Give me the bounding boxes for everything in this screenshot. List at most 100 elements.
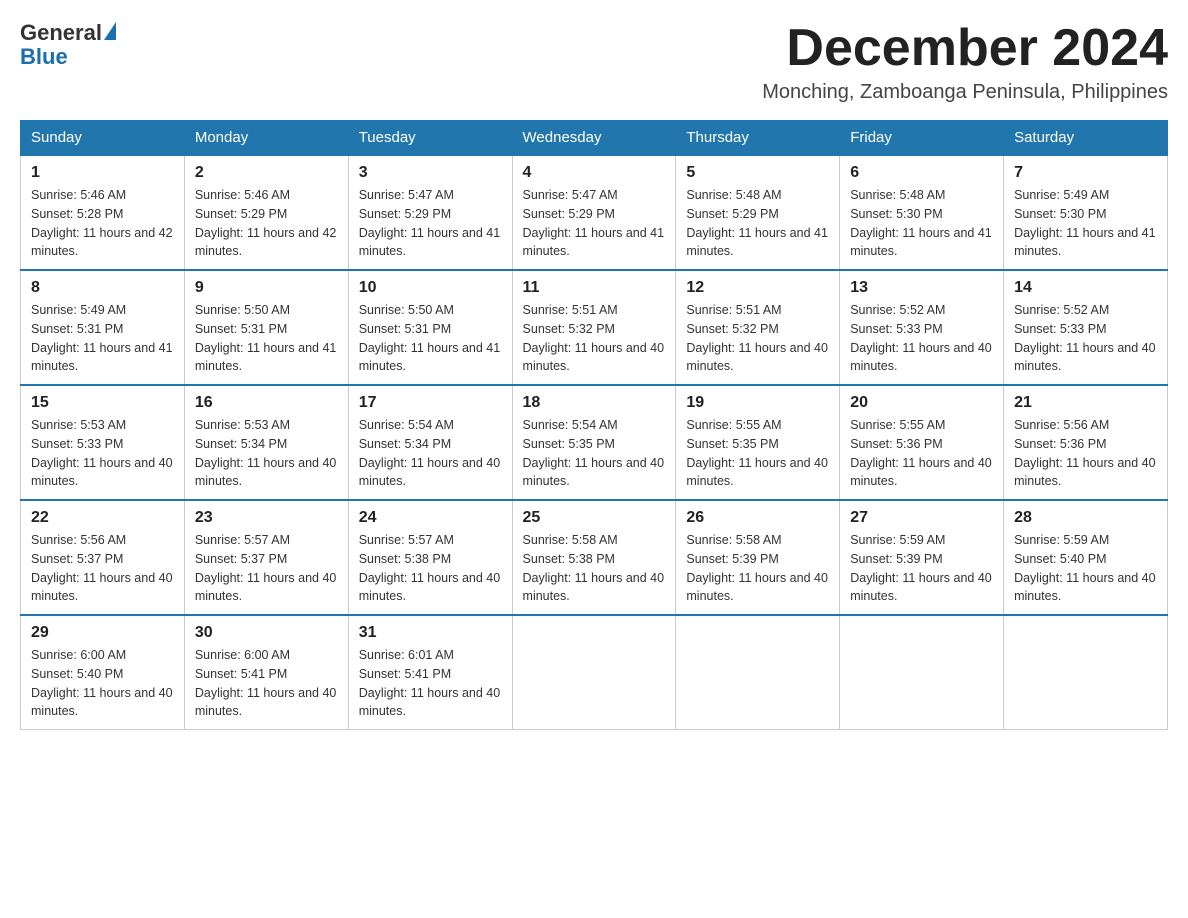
day-number: 17: [359, 394, 502, 412]
calendar-cell: 8 Sunrise: 5:49 AMSunset: 5:31 PMDaylight…: [21, 270, 185, 385]
day-number: 16: [195, 394, 338, 412]
day-number: 1: [31, 164, 174, 182]
day-info: Sunrise: 5:53 AMSunset: 5:33 PMDaylight:…: [31, 416, 174, 491]
calendar-cell: 17 Sunrise: 5:54 AMSunset: 5:34 PMDayligh…: [348, 385, 512, 500]
day-info: Sunrise: 5:46 AMSunset: 5:29 PMDaylight:…: [195, 186, 338, 261]
weekday-header-monday: Monday: [184, 121, 348, 156]
calendar-cell: 3 Sunrise: 5:47 AMSunset: 5:29 PMDaylight…: [348, 155, 512, 270]
day-number: 12: [686, 279, 829, 297]
calendar-cell: 11 Sunrise: 5:51 AMSunset: 5:32 PMDayligh…: [512, 270, 676, 385]
day-number: 9: [195, 279, 338, 297]
calendar-cell: 20 Sunrise: 5:55 AMSunset: 5:36 PMDayligh…: [840, 385, 1004, 500]
calendar-week-row: 1 Sunrise: 5:46 AMSunset: 5:28 PMDaylight…: [21, 155, 1168, 270]
calendar-cell: [512, 615, 676, 730]
calendar-cell: 29Sunrise: 6:00 AMSunset: 5:40 PMDayligh…: [21, 615, 185, 730]
calendar-week-row: 29Sunrise: 6:00 AMSunset: 5:40 PMDayligh…: [21, 615, 1168, 730]
day-number: 26: [686, 509, 829, 527]
calendar-cell: 28Sunrise: 5:59 AMSunset: 5:40 PMDayligh…: [1004, 500, 1168, 615]
calendar-cell: 19 Sunrise: 5:55 AMSunset: 5:35 PMDayligh…: [676, 385, 840, 500]
calendar-cell: 18Sunrise: 5:54 AMSunset: 5:35 PMDayligh…: [512, 385, 676, 500]
day-info: Sunrise: 5:57 AMSunset: 5:38 PMDaylight:…: [359, 531, 502, 606]
day-number: 19: [686, 394, 829, 412]
logo-triangle-icon: [104, 22, 116, 40]
day-info: Sunrise: 6:00 AMSunset: 5:41 PMDaylight:…: [195, 646, 338, 721]
weekday-header-wednesday: Wednesday: [512, 121, 676, 156]
day-number: 5: [686, 164, 829, 182]
day-number: 28: [1014, 509, 1157, 527]
calendar-cell: 12 Sunrise: 5:51 AMSunset: 5:32 PMDayligh…: [676, 270, 840, 385]
day-info: Sunrise: 5:46 AMSunset: 5:28 PMDaylight:…: [31, 186, 174, 261]
day-number: 14: [1014, 279, 1157, 297]
day-info: Sunrise: 5:49 AMSunset: 5:31 PMDaylight:…: [31, 301, 174, 376]
day-number: 20: [850, 394, 993, 412]
calendar-cell: 4 Sunrise: 5:47 AMSunset: 5:29 PMDaylight…: [512, 155, 676, 270]
day-info: Sunrise: 6:01 AMSunset: 5:41 PMDaylight:…: [359, 646, 502, 721]
calendar-week-row: 8 Sunrise: 5:49 AMSunset: 5:31 PMDaylight…: [21, 270, 1168, 385]
day-number: 21: [1014, 394, 1157, 412]
calendar-cell: [1004, 615, 1168, 730]
day-info: Sunrise: 5:47 AMSunset: 5:29 PMDaylight:…: [359, 186, 502, 261]
weekday-header-row: SundayMondayTuesdayWednesdayThursdayFrid…: [21, 121, 1168, 156]
day-number: 6: [850, 164, 993, 182]
calendar-cell: 25Sunrise: 5:58 AMSunset: 5:38 PMDayligh…: [512, 500, 676, 615]
day-info: Sunrise: 5:55 AMSunset: 5:36 PMDaylight:…: [850, 416, 993, 491]
month-title: December 2024: [762, 20, 1168, 77]
calendar-week-row: 15 Sunrise: 5:53 AMSunset: 5:33 PMDayligh…: [21, 385, 1168, 500]
day-number: 2: [195, 164, 338, 182]
day-info: Sunrise: 5:48 AMSunset: 5:29 PMDaylight:…: [686, 186, 829, 261]
calendar-cell: 15 Sunrise: 5:53 AMSunset: 5:33 PMDayligh…: [21, 385, 185, 500]
logo-text-blue: Blue: [20, 44, 68, 70]
location-title: Monching, Zamboanga Peninsula, Philippin…: [762, 81, 1168, 104]
day-info: Sunrise: 5:50 AMSunset: 5:31 PMDaylight:…: [195, 301, 338, 376]
calendar-cell: 16 Sunrise: 5:53 AMSunset: 5:34 PMDayligh…: [184, 385, 348, 500]
calendar-cell: 10 Sunrise: 5:50 AMSunset: 5:31 PMDayligh…: [348, 270, 512, 385]
day-info: Sunrise: 5:49 AMSunset: 5:30 PMDaylight:…: [1014, 186, 1157, 261]
day-number: 30: [195, 624, 338, 642]
day-number: 29: [31, 624, 174, 642]
calendar-cell: 1 Sunrise: 5:46 AMSunset: 5:28 PMDaylight…: [21, 155, 185, 270]
day-info: Sunrise: 5:55 AMSunset: 5:35 PMDaylight:…: [686, 416, 829, 491]
weekday-header-saturday: Saturday: [1004, 121, 1168, 156]
calendar-table: SundayMondayTuesdayWednesdayThursdayFrid…: [20, 120, 1168, 730]
day-info: Sunrise: 5:59 AMSunset: 5:39 PMDaylight:…: [850, 531, 993, 606]
day-info: Sunrise: 5:51 AMSunset: 5:32 PMDaylight:…: [686, 301, 829, 376]
day-info: Sunrise: 5:52 AMSunset: 5:33 PMDaylight:…: [1014, 301, 1157, 376]
day-number: 13: [850, 279, 993, 297]
calendar-cell: [676, 615, 840, 730]
weekday-header-tuesday: Tuesday: [348, 121, 512, 156]
day-number: 11: [523, 279, 666, 297]
calendar-cell: 22Sunrise: 5:56 AMSunset: 5:37 PMDayligh…: [21, 500, 185, 615]
day-number: 23: [195, 509, 338, 527]
day-info: Sunrise: 5:58 AMSunset: 5:38 PMDaylight:…: [523, 531, 666, 606]
day-info: Sunrise: 5:54 AMSunset: 5:35 PMDaylight:…: [523, 416, 666, 491]
day-info: Sunrise: 5:56 AMSunset: 5:36 PMDaylight:…: [1014, 416, 1157, 491]
calendar-cell: 24 Sunrise: 5:57 AMSunset: 5:38 PMDayligh…: [348, 500, 512, 615]
day-number: 24: [359, 509, 502, 527]
day-info: Sunrise: 5:57 AMSunset: 5:37 PMDaylight:…: [195, 531, 338, 606]
day-info: Sunrise: 5:54 AMSunset: 5:34 PMDaylight:…: [359, 416, 502, 491]
calendar-cell: 26Sunrise: 5:58 AMSunset: 5:39 PMDayligh…: [676, 500, 840, 615]
day-number: 15: [31, 394, 174, 412]
day-info: Sunrise: 5:53 AMSunset: 5:34 PMDaylight:…: [195, 416, 338, 491]
day-number: 8: [31, 279, 174, 297]
calendar-cell: 21 Sunrise: 5:56 AMSunset: 5:36 PMDayligh…: [1004, 385, 1168, 500]
day-info: Sunrise: 5:51 AMSunset: 5:32 PMDaylight:…: [523, 301, 666, 376]
page-header: General Blue December 2024 Monching, Zam…: [20, 20, 1168, 104]
calendar-cell: 7Sunrise: 5:49 AMSunset: 5:30 PMDaylight…: [1004, 155, 1168, 270]
calendar-cell: 5 Sunrise: 5:48 AMSunset: 5:29 PMDaylight…: [676, 155, 840, 270]
calendar-cell: 30 Sunrise: 6:00 AMSunset: 5:41 PMDayligh…: [184, 615, 348, 730]
calendar-cell: 6 Sunrise: 5:48 AMSunset: 5:30 PMDaylight…: [840, 155, 1004, 270]
calendar-cell: [840, 615, 1004, 730]
calendar-cell: 13Sunrise: 5:52 AMSunset: 5:33 PMDayligh…: [840, 270, 1004, 385]
day-info: Sunrise: 5:48 AMSunset: 5:30 PMDaylight:…: [850, 186, 993, 261]
calendar-week-row: 22Sunrise: 5:56 AMSunset: 5:37 PMDayligh…: [21, 500, 1168, 615]
day-info: Sunrise: 5:50 AMSunset: 5:31 PMDaylight:…: [359, 301, 502, 376]
calendar-cell: 2 Sunrise: 5:46 AMSunset: 5:29 PMDaylight…: [184, 155, 348, 270]
day-number: 10: [359, 279, 502, 297]
weekday-header-friday: Friday: [840, 121, 1004, 156]
day-number: 4: [523, 164, 666, 182]
day-number: 3: [359, 164, 502, 182]
day-info: Sunrise: 5:47 AMSunset: 5:29 PMDaylight:…: [523, 186, 666, 261]
day-number: 31: [359, 624, 502, 642]
day-number: 22: [31, 509, 174, 527]
